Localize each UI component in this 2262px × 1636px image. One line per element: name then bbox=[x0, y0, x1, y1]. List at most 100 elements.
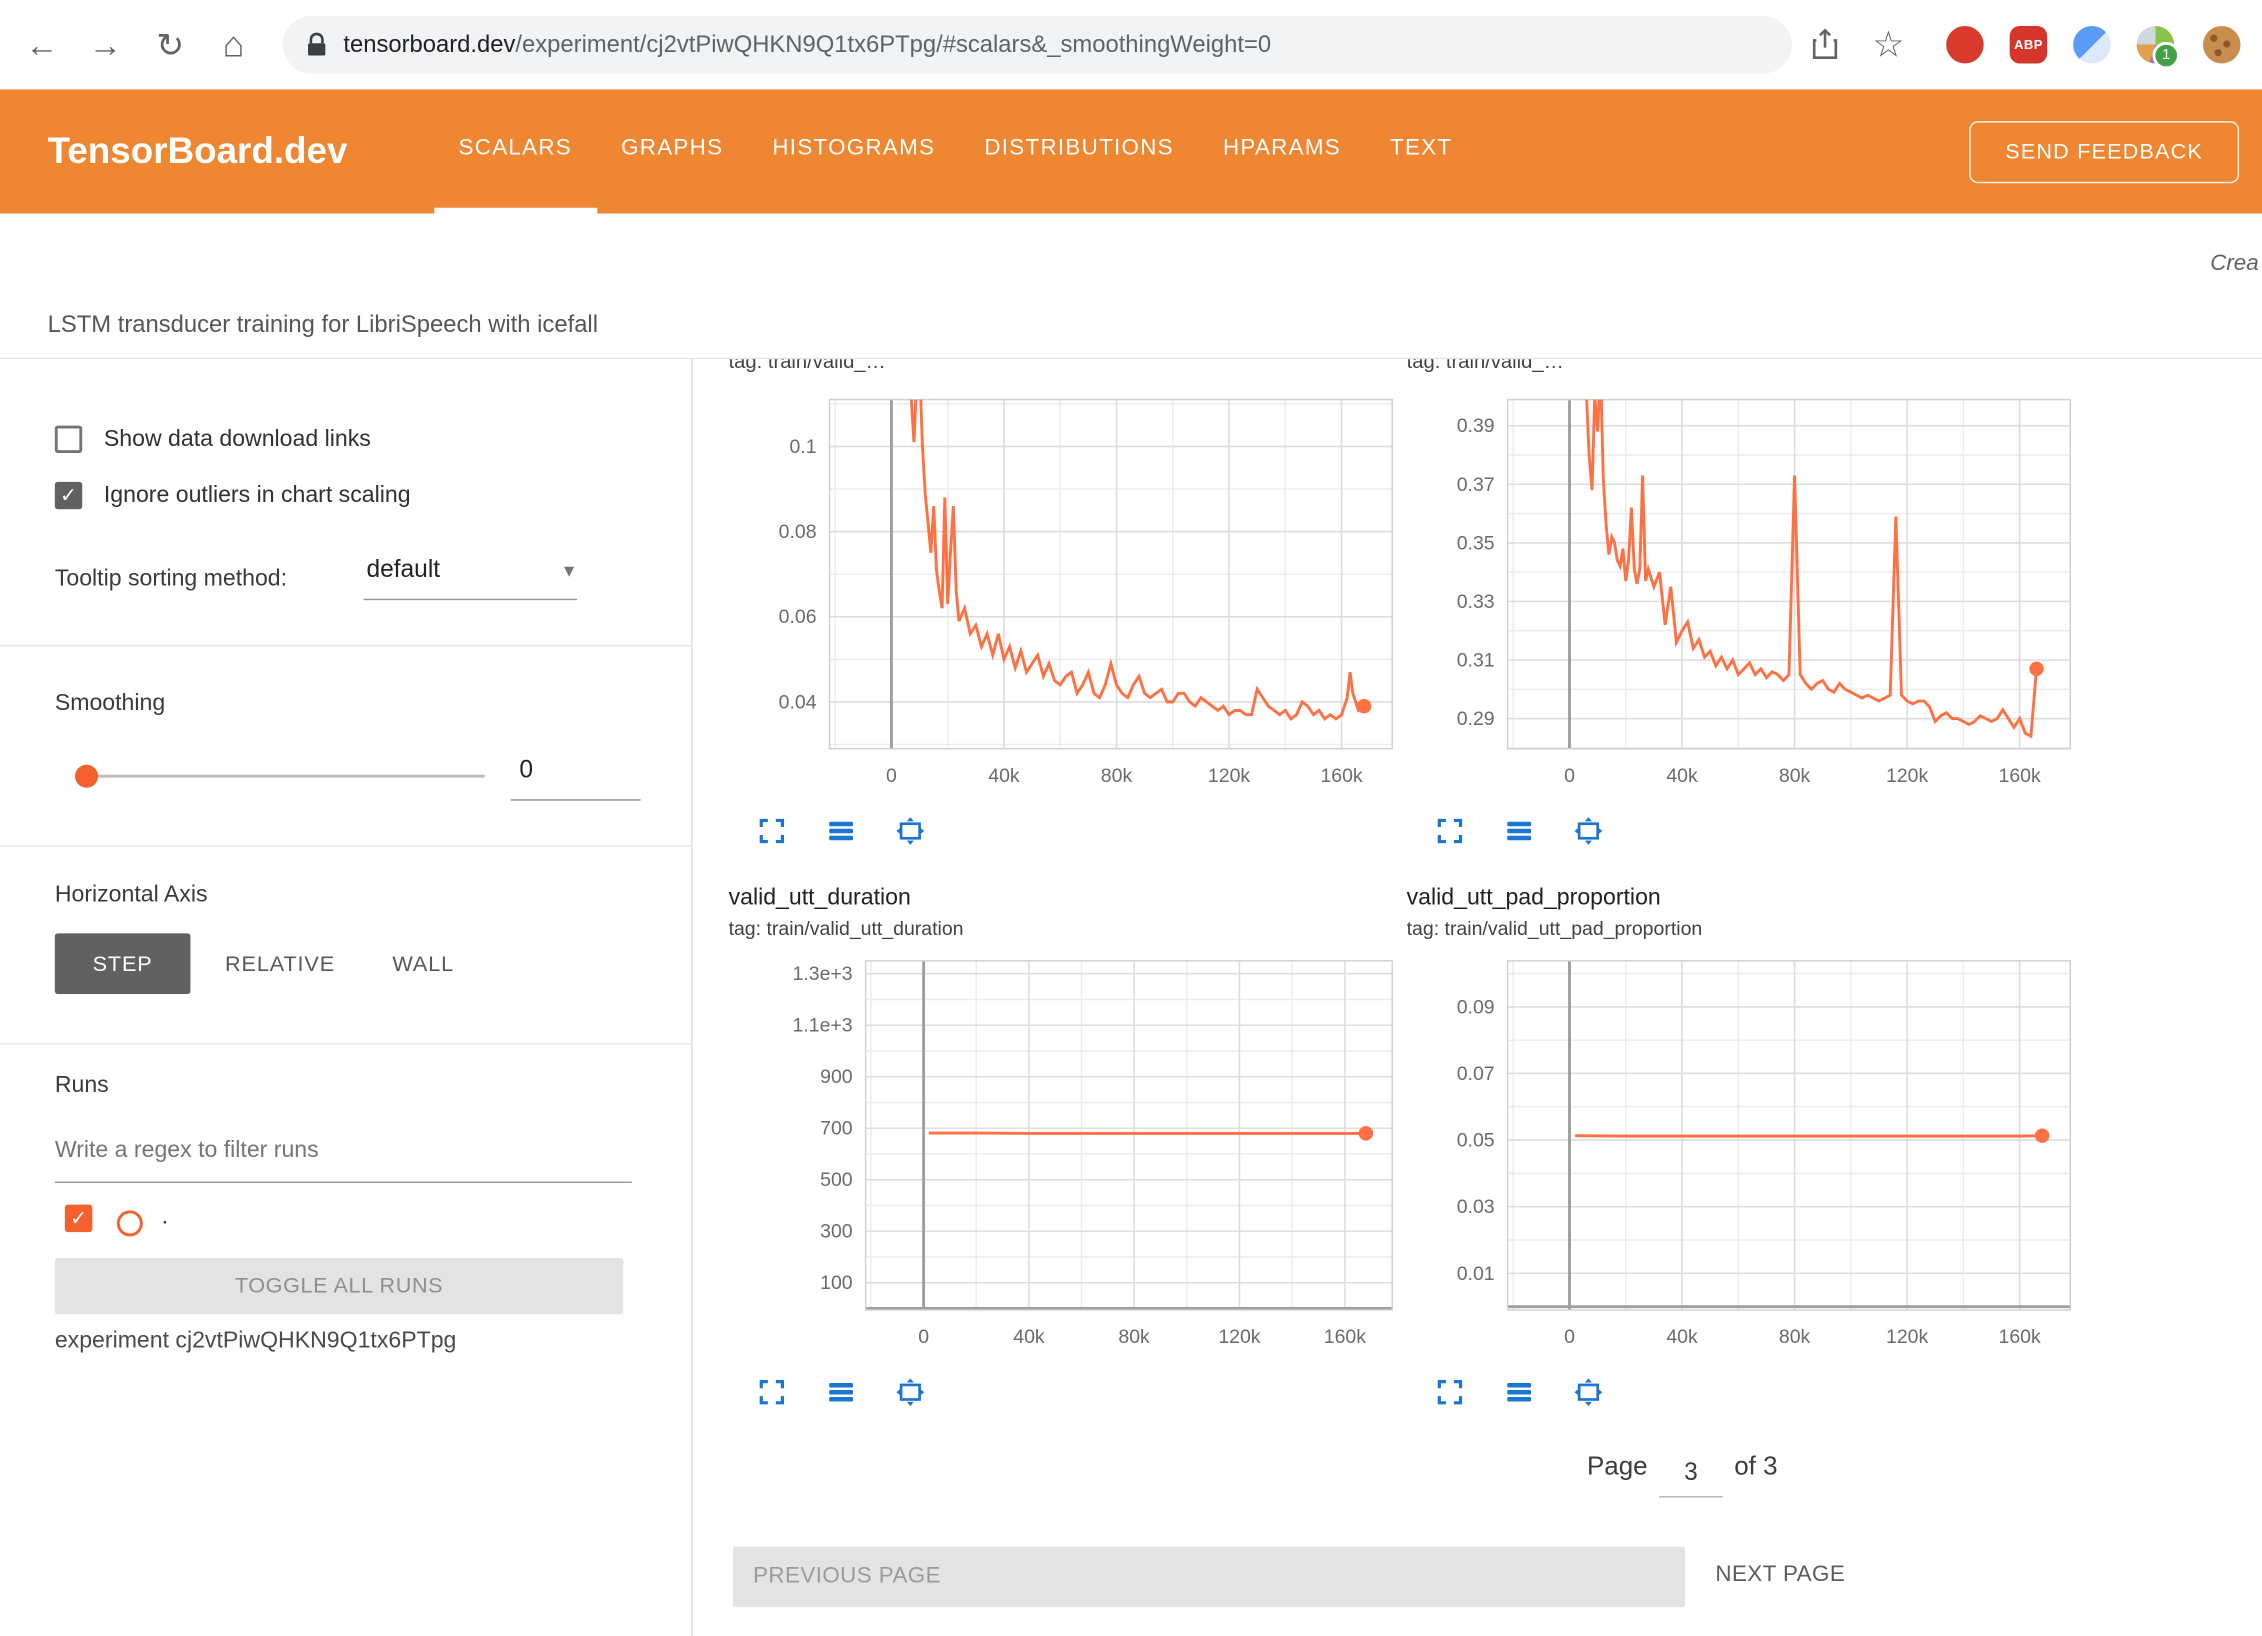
chart-card-top-left: tag: train/valid_… 0.040.060.080.1040k80… bbox=[729, 359, 1413, 848]
tooltip-sorting-label: Tooltip sorting method: bbox=[55, 567, 287, 593]
smoothing-slider-track[interactable] bbox=[87, 775, 485, 778]
chart-card-valid-utt-pad-proportion: valid_utt_pad_proportion tag: train/vali… bbox=[1407, 883, 2091, 1410]
blue-extension-icon[interactable] bbox=[2072, 25, 2112, 65]
axis-wall-button[interactable]: WALL bbox=[378, 933, 468, 994]
fit-domain-icon[interactable] bbox=[1571, 1375, 1606, 1410]
svg-text:0.07: 0.07 bbox=[1457, 1063, 1495, 1085]
red-circle-extension-icon[interactable] bbox=[1945, 25, 1985, 65]
svg-text:0.39: 0.39 bbox=[1457, 415, 1495, 437]
bookmark-button[interactable]: ☆ bbox=[1858, 0, 1919, 89]
svg-text:40k: 40k bbox=[988, 765, 1020, 787]
svg-text:0.03: 0.03 bbox=[1457, 1196, 1495, 1218]
previous-page-button[interactable]: PREVIOUS PAGE bbox=[733, 1547, 1685, 1608]
next-page-button[interactable]: NEXT PAGE bbox=[1715, 1562, 1845, 1588]
fullscreen-icon[interactable] bbox=[1433, 1375, 1468, 1410]
svg-text:500: 500 bbox=[820, 1169, 853, 1191]
home-button[interactable]: ⌂ bbox=[203, 0, 264, 89]
svg-text:0.31: 0.31 bbox=[1457, 650, 1495, 672]
svg-text:1.1e+3: 1.1e+3 bbox=[793, 1015, 853, 1037]
forward-button[interactable]: → bbox=[75, 0, 136, 89]
svg-text:40k: 40k bbox=[1013, 1326, 1045, 1348]
tab-histograms[interactable]: HISTOGRAMS bbox=[748, 89, 960, 213]
svg-text:900: 900 bbox=[820, 1066, 853, 1088]
back-button[interactable]: ← bbox=[12, 0, 73, 89]
toggle-all-runs-button[interactable]: TOGGLE ALL RUNS bbox=[55, 1258, 623, 1314]
svg-text:0.33: 0.33 bbox=[1457, 591, 1495, 613]
svg-text:160k: 160k bbox=[1320, 765, 1362, 787]
chart-card-valid-utt-duration: valid_utt_duration tag: train/valid_utt_… bbox=[729, 883, 1413, 1410]
line-chart[interactable]: 1003005007009001.1e+31.3e+3040k80k120k16… bbox=[729, 946, 1413, 1360]
tooltip-sorting-dropdown[interactable]: default ▾ bbox=[364, 555, 578, 600]
url-path: /experiment/cj2vtPiwQHKN9Q1tx6PTpg/#scal… bbox=[515, 31, 1271, 58]
svg-text:0: 0 bbox=[1564, 765, 1575, 787]
share-button[interactable] bbox=[1795, 0, 1856, 89]
tab-hparams[interactable]: HPARAMS bbox=[1198, 89, 1365, 213]
app-header: TensorBoard.dev SCALARS GRAPHS HISTOGRAM… bbox=[0, 89, 2262, 213]
experiment-id-label: experiment cj2vtPiwQHKN9Q1tx6PTpg bbox=[55, 1329, 457, 1355]
ignore-outliers-label: Ignore outliers in chart scaling bbox=[104, 483, 411, 509]
svg-text:40k: 40k bbox=[1666, 765, 1698, 787]
svg-text:0.05: 0.05 bbox=[1457, 1130, 1495, 1152]
svg-text:0.09: 0.09 bbox=[1457, 996, 1495, 1018]
svg-text:80k: 80k bbox=[1101, 765, 1133, 787]
clipped-chart-subtitle: tag: train/valid_… bbox=[1407, 359, 2091, 373]
line-chart[interactable]: 0.010.030.050.070.09040k80k120k160k bbox=[1407, 946, 2091, 1360]
share-icon bbox=[1811, 27, 1840, 62]
horizontal-axis-label: Horizontal Axis bbox=[55, 883, 208, 909]
data-table-icon[interactable] bbox=[1502, 1375, 1537, 1410]
brand-logo[interactable]: TensorBoard.dev bbox=[48, 131, 348, 173]
runs-filter-input[interactable]: Write a regex to filter runs bbox=[55, 1138, 632, 1183]
tab-text[interactable]: TEXT bbox=[1366, 89, 1477, 213]
data-table-icon[interactable] bbox=[824, 814, 859, 849]
axis-step-button[interactable]: STEP bbox=[55, 933, 191, 994]
svg-text:120k: 120k bbox=[1208, 765, 1250, 787]
svg-text:120k: 120k bbox=[1886, 1326, 1928, 1348]
url-bar[interactable]: tensorboard.dev/experiment/cj2vtPiwQHKN9… bbox=[283, 16, 1792, 74]
cookie-extension-icon[interactable] bbox=[2202, 25, 2242, 65]
chart-tag-subtitle: tag: train/valid_utt_duration bbox=[729, 915, 1413, 944]
smoothing-value-input[interactable]: 0 bbox=[511, 756, 641, 801]
pagination: Page 3 of 3 bbox=[1587, 1451, 1778, 1491]
svg-text:700: 700 bbox=[820, 1118, 853, 1140]
clipped-created-text: Crea bbox=[2210, 251, 2258, 277]
send-feedback-button[interactable]: SEND FEEDBACK bbox=[1969, 120, 2239, 182]
fit-domain-icon[interactable] bbox=[1571, 814, 1606, 849]
svg-text:0.01: 0.01 bbox=[1457, 1263, 1495, 1285]
svg-text:0: 0 bbox=[886, 765, 897, 787]
run-checkbox[interactable]: ✓ bbox=[65, 1205, 92, 1232]
experiment-title: LSTM transducer training for LibriSpeech… bbox=[48, 312, 598, 339]
show-download-links-checkbox[interactable] bbox=[55, 426, 82, 453]
home-icon: ⌂ bbox=[223, 24, 245, 66]
svg-text:80k: 80k bbox=[1118, 1326, 1150, 1348]
tab-graphs[interactable]: GRAPHS bbox=[597, 89, 748, 213]
svg-text:120k: 120k bbox=[1218, 1326, 1260, 1348]
avatar-extension-icon[interactable]: 1 bbox=[2135, 25, 2175, 65]
svg-text:0.08: 0.08 bbox=[779, 521, 817, 543]
nav-tabs: SCALARS GRAPHS HISTOGRAMS DISTRIBUTIONS … bbox=[434, 89, 1477, 213]
line-chart[interactable]: 0.040.060.080.1040k80k120k160k bbox=[729, 385, 1413, 799]
tab-scalars[interactable]: SCALARS bbox=[434, 89, 597, 213]
fit-domain-icon[interactable] bbox=[893, 1375, 928, 1410]
data-table-icon[interactable] bbox=[1502, 814, 1537, 849]
fit-domain-icon[interactable] bbox=[893, 814, 928, 849]
svg-text:0: 0 bbox=[1564, 1326, 1575, 1348]
tab-distributions[interactable]: DISTRIBUTIONS bbox=[960, 89, 1199, 213]
reload-button[interactable]: ↻ bbox=[140, 0, 201, 89]
abp-extension-icon[interactable]: ABP bbox=[2008, 25, 2048, 65]
data-table-icon[interactable] bbox=[824, 1375, 859, 1410]
fullscreen-icon[interactable] bbox=[755, 1375, 790, 1410]
chart-toolbar bbox=[1433, 1375, 2091, 1410]
ignore-outliers-checkbox[interactable]: ✓ bbox=[55, 482, 82, 509]
svg-text:0.29: 0.29 bbox=[1457, 708, 1495, 730]
svg-text:0.1: 0.1 bbox=[789, 436, 816, 458]
fullscreen-icon[interactable] bbox=[755, 814, 790, 849]
extension-count-badge: 1 bbox=[2153, 42, 2180, 69]
settings-sidebar: Show data download links ✓ Ignore outlie… bbox=[0, 359, 692, 1636]
chart-toolbar bbox=[1433, 814, 2091, 849]
axis-relative-button[interactable]: RELATIVE bbox=[211, 933, 350, 994]
page-number-input[interactable]: 3 bbox=[1659, 1459, 1722, 1498]
line-chart[interactable]: 0.290.310.330.350.370.39040k80k120k160k bbox=[1407, 385, 2091, 799]
chevron-down-icon: ▾ bbox=[564, 558, 574, 583]
fullscreen-icon[interactable] bbox=[1433, 814, 1468, 849]
smoothing-slider-thumb[interactable] bbox=[75, 765, 98, 788]
